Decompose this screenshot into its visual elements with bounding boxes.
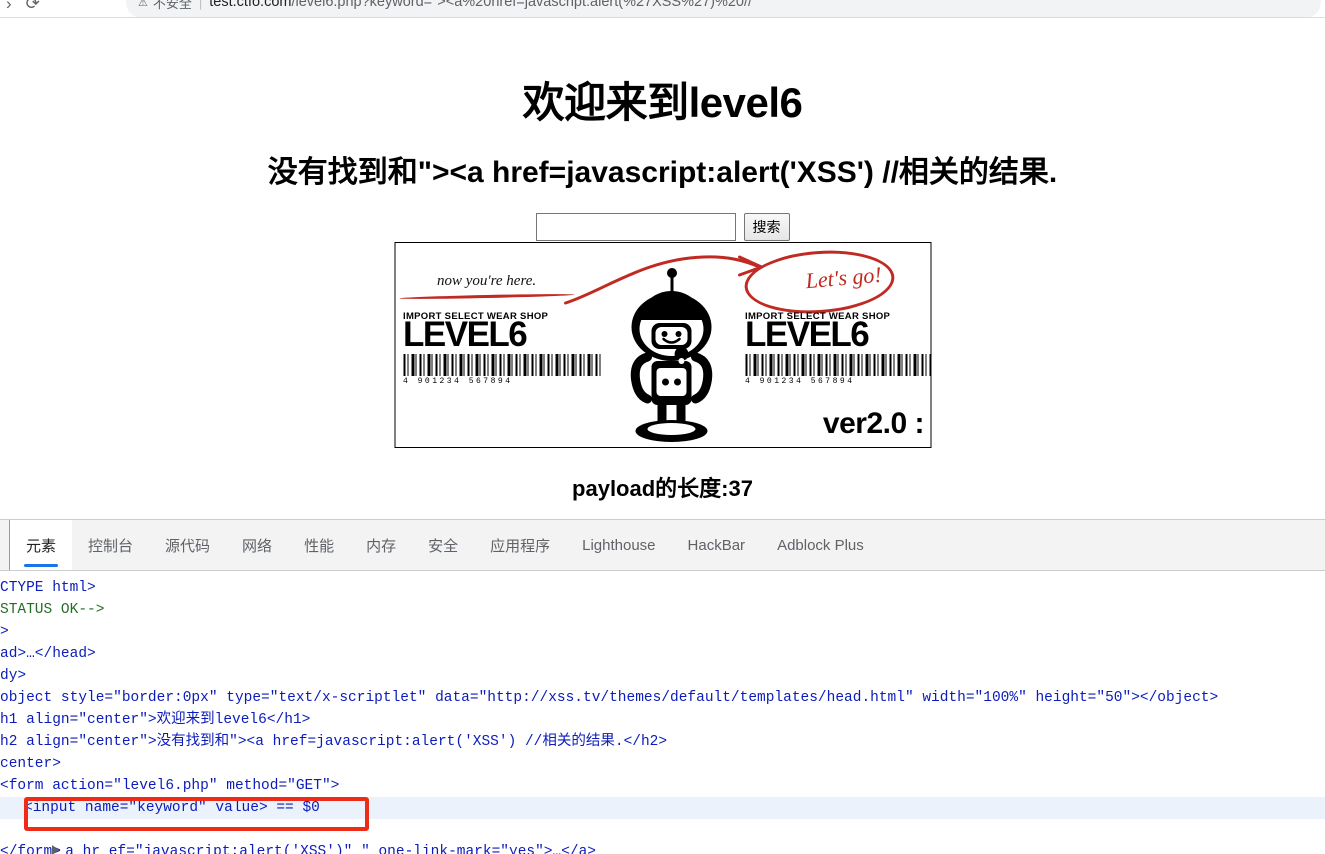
dom-line[interactable]: ad>…</head> bbox=[0, 643, 1325, 665]
tab-sources[interactable]: 源代码 bbox=[149, 520, 226, 570]
barcode-digits-left: 4 901234 567894 bbox=[403, 377, 513, 387]
dom-line[interactable]: dy> bbox=[0, 665, 1325, 687]
search-result-message: 没有找到和"><a href=javascript:alert('XSS') /… bbox=[267, 156, 1058, 189]
banner-version-label: ver2.0 : bbox=[822, 407, 925, 440]
barcode-icon-left bbox=[403, 354, 603, 377]
devtools-tabbar: 元素 控制台 源代码 网络 性能 内存 安全 应用程序 Lighthouse H… bbox=[0, 520, 1325, 571]
page-title: 欢迎来到level6 bbox=[522, 79, 803, 126]
search-form: 搜索 bbox=[0, 213, 1325, 241]
dom-tree-panel[interactable]: CTYPE html> STATUS OK--> > ad>…</head> d… bbox=[0, 571, 1325, 854]
tab-console[interactable]: 控制台 bbox=[72, 520, 149, 570]
devtools-inspect-toggle[interactable] bbox=[0, 520, 10, 570]
banner-level-block-left: IMPORT SELECT WEAR SHOP LEVEL6 4 901234 … bbox=[403, 311, 603, 386]
search-button[interactable]: 搜索 bbox=[743, 213, 790, 241]
tab-security[interactable]: 安全 bbox=[412, 520, 474, 570]
payload-length-label: payload的长度:37 bbox=[572, 476, 753, 501]
browser-nav-controls: › ⟳ bbox=[0, 0, 120, 18]
dom-line-anchor[interactable]: a hr_ef="javascript:alert('XSS')" " one-… bbox=[0, 819, 1325, 854]
back-arrow-icon[interactable]: › bbox=[6, 0, 12, 12]
dom-line[interactable]: center> bbox=[0, 753, 1325, 775]
dom-line[interactable]: h2 align="center">没有找到和"><a href=javascr… bbox=[0, 731, 1325, 753]
banner-note-now-youre-here: now you're here. bbox=[437, 273, 537, 289]
tab-adblock-plus[interactable]: Adblock Plus bbox=[761, 520, 880, 570]
expand-triangle-icon[interactable] bbox=[52, 845, 60, 854]
devtools-panel: 元素 控制台 源代码 网络 性能 内存 安全 应用程序 Lighthouse H… bbox=[0, 519, 1325, 854]
banner-level-label-left: LEVEL6 bbox=[403, 315, 528, 354]
chrome-divider bbox=[0, 17, 1325, 18]
barcode-icon-right bbox=[745, 354, 930, 377]
security-label: 不安全 bbox=[152, 0, 192, 11]
dom-line[interactable]: h1 align="center">欢迎来到level6</h1> bbox=[0, 709, 1325, 731]
dom-line[interactable]: <form action="level6.php" method="GET"> bbox=[0, 775, 1325, 797]
page-viewport: 欢迎来到level6 没有找到和"><a href=javascript:ale… bbox=[0, 19, 1325, 517]
tab-elements[interactable]: 元素 bbox=[10, 520, 73, 570]
reload-icon[interactable]: ⟳ bbox=[26, 0, 40, 12]
tab-performance[interactable]: 性能 bbox=[288, 520, 350, 570]
dom-line[interactable]: > bbox=[0, 621, 1325, 643]
barcode-digits-right: 4 901234 567894 bbox=[745, 377, 855, 387]
url-path: /level6.php?keyword="><a%20href=javascri… bbox=[291, 0, 753, 10]
search-input[interactable] bbox=[535, 213, 736, 241]
tab-hackbar[interactable]: HackBar bbox=[672, 520, 762, 570]
omnibox-separator: | bbox=[198, 0, 203, 10]
level6-banner-image: now you're here. Let's go! IMPORT SELECT… bbox=[394, 242, 931, 448]
url-host: test.ctfo.com bbox=[209, 0, 292, 10]
tab-network[interactable]: 网络 bbox=[226, 520, 288, 570]
dom-line[interactable]: object style="border:0px" type="text/x-s… bbox=[0, 687, 1325, 709]
browser-chrome: › ⟳ ⚠ 不安全 | test.ctfo.com /level6.php?ke… bbox=[0, 0, 1325, 18]
dom-line[interactable]: CTYPE html> bbox=[0, 577, 1325, 599]
not-secure-icon: ⚠ bbox=[138, 0, 148, 9]
dom-line-selected-input[interactable]: <input name="keyword" value> == $0 bbox=[0, 797, 1325, 819]
dom-line[interactable]: STATUS OK--> bbox=[0, 599, 1325, 621]
address-bar[interactable]: ⚠ 不安全 | test.ctfo.com /level6.php?keywor… bbox=[126, 0, 1321, 18]
tab-memory[interactable]: 内存 bbox=[350, 520, 412, 570]
banner-level-label-right: LEVEL6 bbox=[745, 315, 870, 354]
dom-line-anchor-text: a hr_ef="javascript:alert('XSS')" " one-… bbox=[65, 844, 597, 854]
robot-mascot-icon bbox=[630, 268, 712, 442]
tab-lighthouse[interactable]: Lighthouse bbox=[566, 520, 671, 570]
tab-application[interactable]: 应用程序 bbox=[474, 520, 566, 570]
banner-level-block-right: IMPORT SELECT WEAR SHOP LEVEL6 4 901234 … bbox=[745, 311, 930, 387]
